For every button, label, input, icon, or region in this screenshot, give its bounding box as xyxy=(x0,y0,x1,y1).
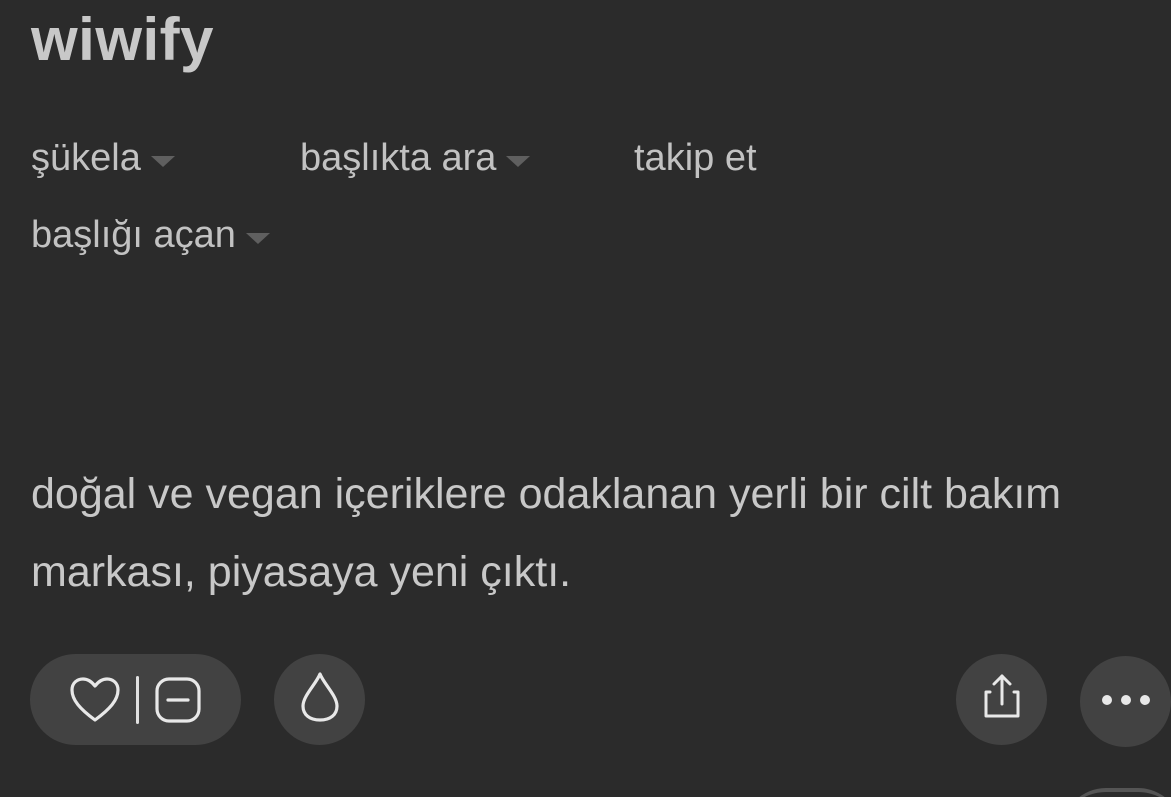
drop-button[interactable] xyxy=(274,654,365,745)
chevron-down-icon xyxy=(245,232,270,244)
vote-divider xyxy=(136,675,139,724)
share-icon xyxy=(980,672,1024,727)
entry-text: doğal ve vegan içeriklere odaklanan yerl… xyxy=(31,470,1062,596)
sukela-label: şükela xyxy=(31,137,141,179)
follow-button[interactable]: takip et xyxy=(634,134,757,182)
avatar[interactable] xyxy=(1062,788,1171,797)
more-icon xyxy=(1101,693,1151,711)
chevron-down-icon xyxy=(506,155,531,167)
vote-pill xyxy=(30,654,241,745)
chevron-down-icon xyxy=(150,155,175,167)
search-in-topic-label: başlıkta ara xyxy=(300,137,497,179)
heart-icon[interactable] xyxy=(68,675,122,725)
follow-label: takip et xyxy=(634,137,757,179)
topic-author-label: başlığı açan xyxy=(31,214,236,256)
search-in-topic-dropdown[interactable]: başlıkta ara xyxy=(300,134,531,182)
minus-square-icon[interactable] xyxy=(153,675,203,725)
topic-title[interactable]: wiwify xyxy=(31,4,214,76)
share-button[interactable] xyxy=(956,654,1047,745)
sukela-dropdown[interactable]: şükela xyxy=(31,134,175,182)
drop-icon xyxy=(298,670,342,729)
more-options-button[interactable] xyxy=(1080,656,1171,747)
topic-author-dropdown[interactable]: başlığı açan xyxy=(31,211,270,259)
